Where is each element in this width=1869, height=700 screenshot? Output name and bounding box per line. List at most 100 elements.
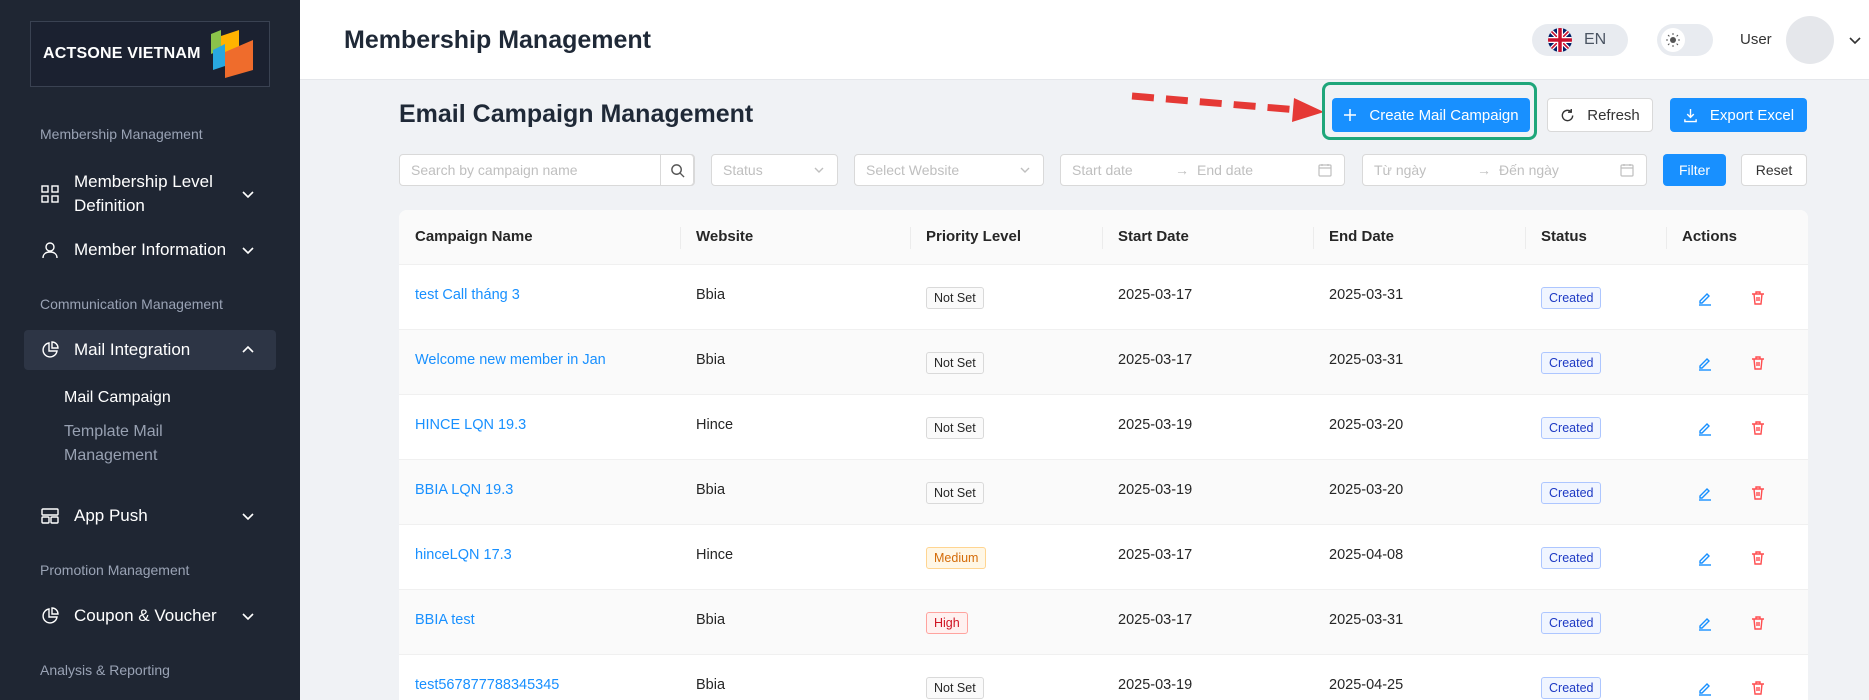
created-date-range-picker[interactable]: Từ ngày → Đến ngày	[1362, 154, 1647, 186]
end-date-cell: 2025-03-20	[1329, 417, 1404, 433]
refresh-button[interactable]: Refresh	[1547, 98, 1653, 132]
chevron-down-icon	[242, 613, 254, 621]
to-date-placeholder: Đến ngày	[1499, 162, 1559, 178]
edit-icon[interactable]	[1697, 615, 1713, 631]
end-date-cell: 2025-03-20	[1329, 482, 1404, 498]
sidebar-item-label: Mail Integration	[74, 340, 191, 359]
page-title: Membership Management	[344, 26, 652, 54]
start-date-placeholder: Start date	[1072, 162, 1133, 178]
avatar[interactable]	[1786, 16, 1834, 64]
website-cell: Hince	[696, 547, 734, 563]
chevron-down-icon	[242, 513, 254, 521]
table-row: hinceLQN 17.3 Hince Medium 2025-03-17 20…	[399, 525, 1808, 590]
search-input[interactable]: Search by campaign name	[399, 154, 695, 186]
campaign-name-link[interactable]: test Call tháng 3	[415, 287, 520, 303]
sidebar-item-label: App Push	[74, 506, 148, 525]
column-header-campaign-name: Campaign Name	[415, 228, 533, 245]
delete-icon[interactable]	[1750, 680, 1766, 696]
edit-icon[interactable]	[1697, 420, 1713, 436]
section-analysis: Analysis & Reporting	[40, 662, 170, 678]
sidebar: ACTSONE VIETNAM Membership Management Me…	[0, 0, 300, 700]
delete-icon[interactable]	[1750, 290, 1766, 306]
campaign-name-link[interactable]: BBIA test	[415, 612, 475, 628]
sidebar-subitem-mail-campaign[interactable]: Mail Campaign	[64, 386, 171, 410]
campaign-name-link[interactable]: BBIA LQN 19.3	[415, 482, 513, 498]
chevron-down-icon	[242, 191, 254, 199]
end-date-cell: 2025-04-08	[1329, 547, 1404, 563]
search-icon	[670, 163, 685, 178]
status-badge: Created	[1541, 352, 1602, 374]
uk-flag-icon	[1548, 28, 1572, 52]
sidebar-item-mail-integration[interactable]: Mail Integration	[24, 330, 276, 370]
start-date-cell: 2025-03-19	[1118, 677, 1193, 693]
website-cell: Bbia	[696, 482, 726, 498]
priority-tag: Not Set	[926, 417, 984, 439]
edit-icon[interactable]	[1697, 290, 1713, 306]
chevron-down-icon[interactable]	[1847, 32, 1863, 48]
export-excel-button[interactable]: Export Excel	[1670, 98, 1807, 132]
calendar-icon	[1620, 164, 1634, 177]
start-date-cell: 2025-03-17	[1118, 547, 1193, 563]
website-cell: Bbia	[696, 612, 726, 628]
delete-icon[interactable]	[1750, 420, 1766, 436]
column-header-website: Website	[696, 228, 754, 245]
delete-icon[interactable]	[1750, 485, 1766, 501]
end-date-placeholder: End date	[1197, 162, 1254, 178]
chevron-up-icon	[242, 345, 254, 353]
sidebar-item-member-info[interactable]: Member Information	[24, 238, 276, 262]
edit-icon[interactable]	[1697, 680, 1713, 696]
start-date-cell: 2025-03-19	[1118, 417, 1193, 433]
edit-icon[interactable]	[1697, 355, 1713, 371]
plus-icon	[1344, 109, 1357, 121]
download-icon	[1684, 108, 1697, 122]
delete-icon[interactable]	[1750, 550, 1766, 566]
priority-tag: Not Set	[926, 482, 984, 504]
reset-button[interactable]: Reset	[1741, 154, 1807, 186]
campaign-table: Campaign Name Website Priority Level Sta…	[399, 210, 1808, 700]
sidebar-item-membership-level[interactable]: Membership Level Definition	[24, 169, 276, 219]
chevron-down-icon	[1020, 167, 1030, 173]
table-row: test567877788345345 Bbia Not Set 2025-03…	[399, 655, 1808, 700]
campaign-name-link[interactable]: Welcome new member in Jan	[415, 352, 606, 368]
search-button[interactable]	[660, 154, 694, 186]
section-communication: Communication Management	[40, 296, 223, 312]
status-badge: Created	[1541, 287, 1602, 309]
sun-icon	[1661, 28, 1685, 52]
filter-button[interactable]: Filter	[1663, 154, 1726, 186]
delete-icon[interactable]	[1750, 615, 1766, 631]
theme-toggle[interactable]	[1657, 24, 1713, 56]
status-select[interactable]: Status	[711, 154, 838, 186]
sidebar-item-label: Member Information	[74, 240, 227, 259]
website-select[interactable]: Select Website	[854, 154, 1044, 186]
sidebar-item-label: Membership Level Definition	[74, 172, 213, 215]
table-row: Welcome new member in Jan Bbia Not Set 2…	[399, 330, 1808, 395]
campaign-name-link[interactable]: test567877788345345	[415, 677, 559, 693]
section-membership: Membership Management	[40, 126, 203, 142]
website-cell: Bbia	[696, 287, 726, 303]
table-row: BBIA test Bbia High 2025-03-17 2025-03-3…	[399, 590, 1808, 655]
user-icon	[40, 240, 60, 260]
start-date-cell: 2025-03-17	[1118, 287, 1193, 303]
edit-icon[interactable]	[1697, 485, 1713, 501]
create-mail-campaign-button[interactable]: Create Mail Campaign	[1332, 98, 1530, 132]
column-divider	[1666, 227, 1667, 249]
sidebar-item-app-push[interactable]: App Push	[24, 504, 276, 528]
table-row: test Call tháng 3 Bbia Not Set 2025-03-1…	[399, 265, 1808, 330]
campaign-name-link[interactable]: HINCE LQN 19.3	[415, 417, 526, 433]
campaign-name-link[interactable]: hinceLQN 17.3	[415, 547, 512, 563]
date-range-picker[interactable]: Start date → End date	[1060, 154, 1345, 186]
layout-icon	[40, 506, 60, 526]
website-placeholder: Select Website	[866, 162, 960, 178]
edit-icon[interactable]	[1697, 550, 1713, 566]
column-divider	[1313, 227, 1314, 249]
create-button-label: Create Mail Campaign	[1369, 106, 1519, 124]
sidebar-subitem-template-mail[interactable]: Template Mail Management	[64, 420, 204, 468]
content-title: Email Campaign Management	[399, 100, 754, 128]
sidebar-item-coupon-voucher[interactable]: Coupon & Voucher	[24, 604, 276, 628]
delete-icon[interactable]	[1750, 355, 1766, 371]
language-switcher[interactable]: EN	[1532, 24, 1628, 56]
table-row: HINCE LQN 19.3 Hince Not Set 2025-03-19 …	[399, 395, 1808, 460]
logo[interactable]: ACTSONE VIETNAM	[30, 21, 270, 87]
end-date-cell: 2025-04-25	[1329, 677, 1404, 693]
column-divider	[680, 227, 681, 249]
